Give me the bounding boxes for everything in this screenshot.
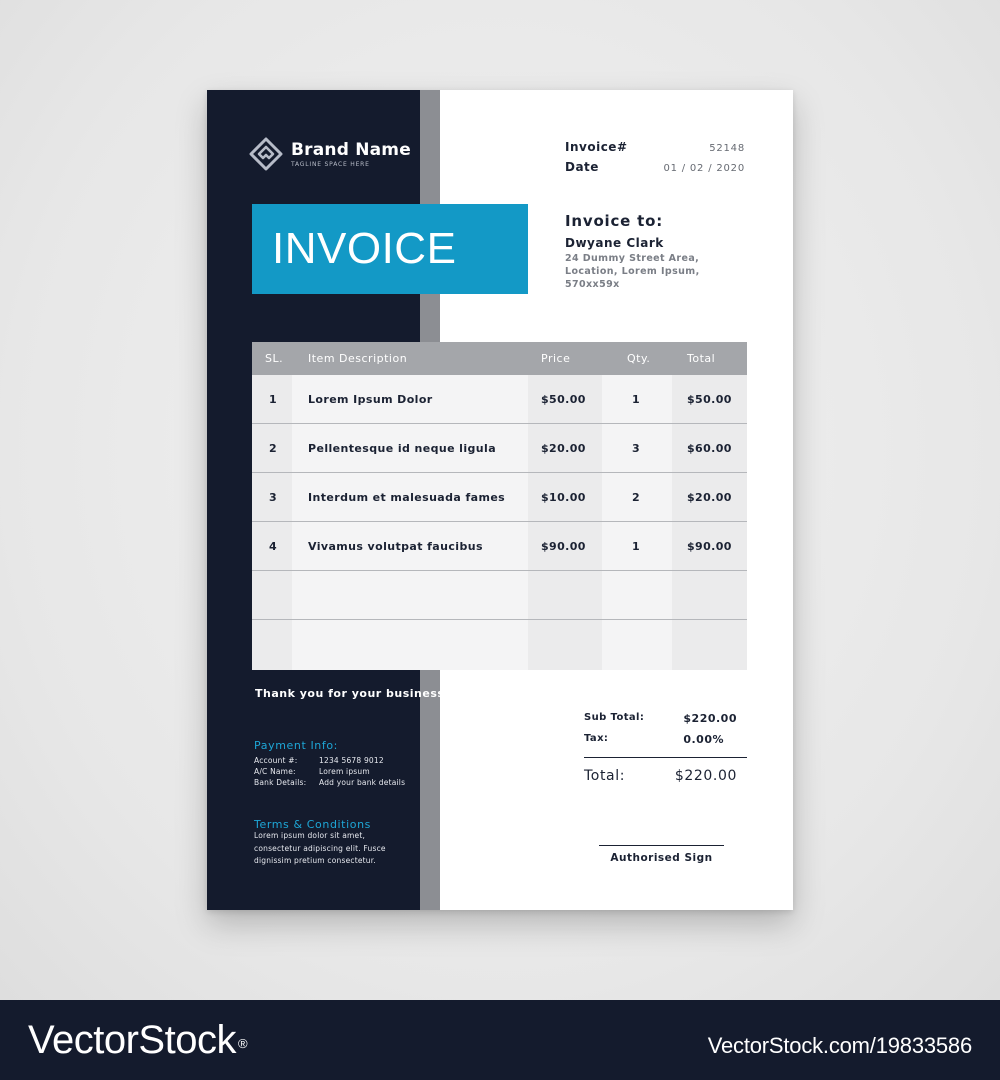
summary-divider	[584, 757, 747, 758]
invoice-number-row: Invoice# 52148	[565, 140, 745, 154]
signature-label: Authorised Sign	[610, 852, 713, 864]
payment-value: 1234 5678 9012	[319, 756, 384, 765]
brand-block: Brand Name TAGLINE SPACE HERE	[249, 136, 411, 172]
cell-price: $90.00	[541, 540, 586, 553]
payment-row: Bank Details: Add your bank details	[254, 778, 405, 787]
registered-mark: ®	[237, 1036, 248, 1051]
brand-name: Brand Name	[291, 139, 411, 160]
table-header: SL. Item Description Price Qty. Total	[252, 342, 747, 375]
cell-total: $20.00	[687, 491, 732, 504]
invoice-to-title: Invoice to:	[565, 212, 664, 230]
subtotal-value: $220.00	[683, 712, 737, 725]
brand-tagline: TAGLINE SPACE HERE	[291, 160, 370, 168]
table-body: 1 Lorem Ipsum Dolor $50.00 1 $50.00 2 Pe…	[252, 375, 747, 670]
cell-price: $50.00	[541, 393, 586, 406]
cell-price: $20.00	[541, 442, 586, 455]
cell-qty: 3	[632, 442, 641, 455]
header-qty: Qty.	[627, 352, 651, 365]
cell-total: $60.00	[687, 442, 732, 455]
recipient-address-line: Location, Lorem Ipsum,	[565, 266, 700, 277]
thank-you-note: Thank you for your business	[255, 687, 445, 700]
invoice-number-value: 52148	[709, 143, 745, 154]
cell-qty: 2	[632, 491, 641, 504]
vectorstock-logo: VectorStock ®	[28, 1016, 248, 1064]
invoice-banner: INVOICE	[252, 204, 528, 294]
subtotal-label: Sub Total:	[584, 712, 645, 723]
recipient-address: 24 Dummy Street Area, Location, Lorem Ip…	[565, 252, 735, 291]
table-row	[252, 620, 747, 670]
items-table: SL. Item Description Price Qty. Total 1 …	[252, 342, 747, 670]
cell-sl: 2	[269, 442, 278, 455]
terms-text: Lorem ipsum dolor sit amet, consectetur …	[254, 830, 414, 868]
total-value: $220.00	[674, 768, 737, 784]
payment-value: Add your bank details	[319, 778, 406, 787]
cell-total: $50.00	[687, 393, 732, 406]
table-row: 4 Vivamus volutpat faucibus $90.00 1 $90…	[252, 522, 747, 571]
table-row: 3 Interdum et malesuada fames $10.00 2 $…	[252, 473, 747, 522]
payment-row: A/C Name: Lorem ipsum	[254, 767, 370, 776]
payment-key: Bank Details:	[254, 778, 307, 787]
tax-row: Tax: 0.00%	[584, 733, 737, 746]
table-row	[252, 571, 747, 620]
recipient-address-line: 570xx59x	[565, 279, 620, 290]
tax-value: 0.00%	[683, 733, 724, 746]
recipient-name: Dwyane Clark	[565, 236, 664, 250]
tax-label: Tax:	[584, 733, 609, 744]
total-label: Total:	[584, 768, 626, 784]
brand-logo-icon	[249, 137, 283, 171]
cell-description: Interdum et malesuada fames	[308, 491, 506, 504]
payment-value: Lorem ipsum	[319, 767, 370, 776]
background-stage: Brand Name TAGLINE SPACE HERE INVOICE In…	[0, 0, 1000, 1000]
image-id: VectorStock.com/19833586	[707, 1033, 972, 1058]
payment-key: Account #:	[254, 756, 298, 765]
header-sl: SL.	[265, 352, 284, 365]
invoice-date-row: Date 01 / 02 / 2020	[565, 160, 745, 174]
table-row: 2 Pellentesque id neque ligula $20.00 3 …	[252, 424, 747, 473]
cell-qty: 1	[632, 393, 641, 406]
cell-sl: 3	[269, 491, 278, 504]
recipient-address-line: 24 Dummy Street Area,	[565, 253, 700, 264]
header-description: Item Description	[308, 352, 408, 365]
invoice-date-label: Date	[565, 160, 599, 174]
cell-total: $90.00	[687, 540, 732, 553]
watermark-footer: VectorStock ® VectorStock.com/19833586	[0, 1000, 1000, 1080]
terms-line: dignissim pretium consectetur.	[254, 856, 376, 865]
total-row: Total: $220.00	[584, 768, 737, 784]
cell-description: Lorem Ipsum Dolor	[308, 393, 433, 406]
header-total: Total	[687, 352, 716, 365]
table-row: 1 Lorem Ipsum Dolor $50.00 1 $50.00	[252, 375, 747, 424]
cell-description: Vivamus volutpat faucibus	[308, 540, 483, 553]
invoice-title: INVOICE	[272, 224, 457, 273]
invoice-number-label: Invoice#	[565, 140, 628, 154]
cell-qty: 1	[632, 540, 641, 553]
cell-sl: 4	[269, 540, 278, 553]
terms-line: Lorem ipsum dolor sit amet,	[254, 831, 366, 840]
header-price: Price	[541, 352, 571, 365]
payment-info-title: Payment Info:	[254, 739, 338, 752]
terms-line: consectetur adipiscing elit. Fusce	[254, 843, 386, 853]
cell-description: Pellentesque id neque ligula	[308, 442, 497, 455]
vectorstock-logo-text: VectorStock	[28, 1018, 236, 1062]
invoice-document: Brand Name TAGLINE SPACE HERE INVOICE In…	[207, 90, 793, 910]
payment-key: A/C Name:	[254, 767, 296, 776]
cell-price: $10.00	[541, 491, 586, 504]
payment-row: Account #: 1234 5678 9012	[254, 756, 384, 765]
cell-sl: 1	[269, 393, 278, 406]
subtotal-row: Sub Total: $220.00	[584, 712, 737, 725]
invoice-date-value: 01 / 02 / 2020	[663, 163, 745, 174]
signature-line	[599, 845, 724, 846]
